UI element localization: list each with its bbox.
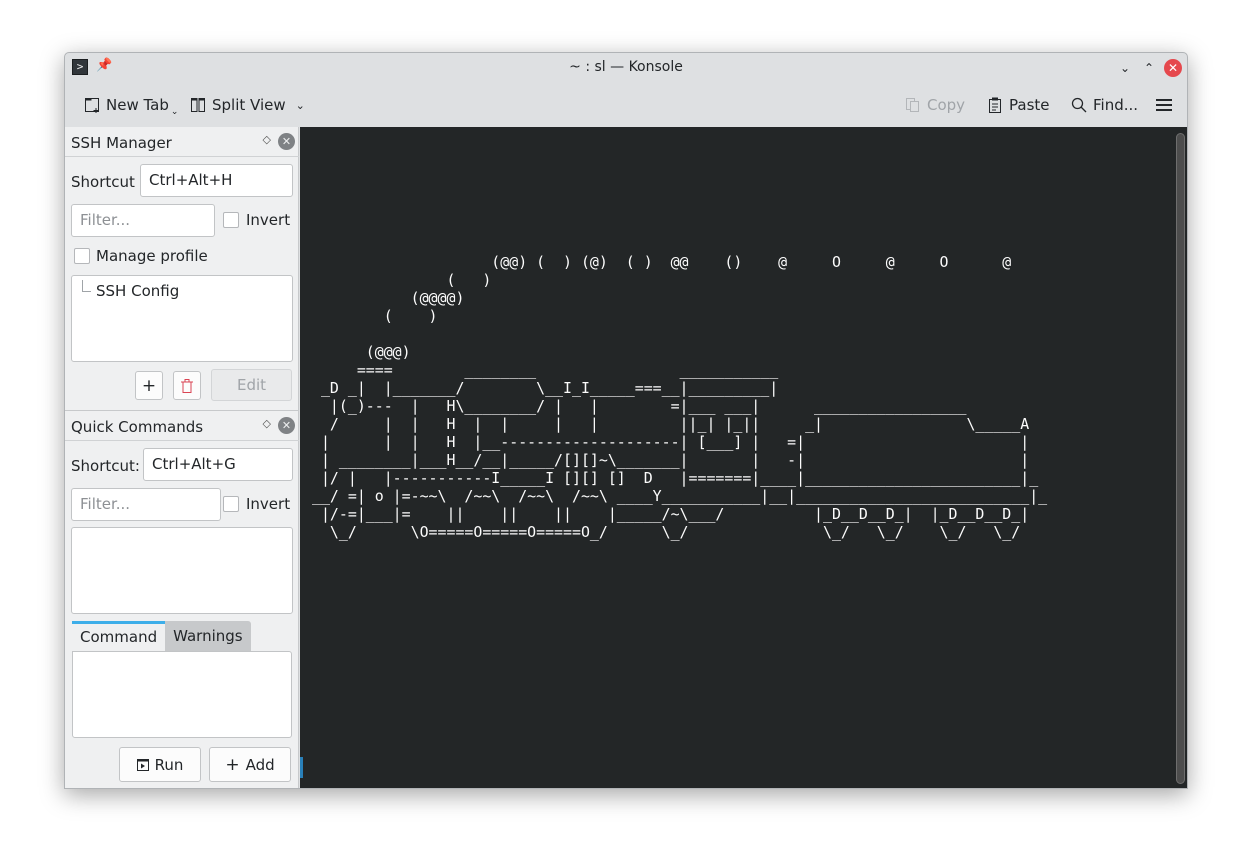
- maximize-button[interactable]: ⌃: [1140, 59, 1158, 77]
- manage-profile-checkbox[interactable]: [74, 248, 90, 264]
- ssh-invert-checkbox[interactable]: [223, 212, 239, 228]
- search-icon: [1071, 97, 1087, 113]
- split-view-icon: [191, 98, 205, 112]
- ssh-shortcut-label: Shortcut: [71, 173, 135, 191]
- paste-button[interactable]: Paste: [987, 95, 1050, 115]
- split-view-label: Split View: [212, 96, 286, 114]
- copy-label: Copy: [927, 96, 966, 114]
- quick-commands-header[interactable]: Quick Commands ◇ ✕: [65, 411, 299, 441]
- hamburger-menu-button[interactable]: [1156, 95, 1172, 115]
- ssh-manager-header[interactable]: SSH Manager ◇ ✕: [65, 127, 299, 157]
- minimize-button[interactable]: ⌄: [1116, 59, 1134, 77]
- edit-ssh-button[interactable]: Edit: [211, 369, 292, 401]
- trash-icon: [181, 378, 193, 393]
- add-label: Add: [245, 755, 275, 774]
- plus-icon: +: [141, 375, 157, 396]
- run-label: Run: [154, 755, 184, 774]
- terminal-line: ( ): [312, 307, 438, 325]
- qc-filter-input[interactable]: Filter...: [71, 488, 221, 521]
- qc-shortcut-field[interactable]: Ctrl+Alt+G: [143, 448, 293, 481]
- delete-ssh-button[interactable]: [173, 371, 201, 400]
- terminal-line: _D _| |_______/ \__I_I_____===__|_______…: [312, 379, 779, 397]
- find-button[interactable]: Find...: [1071, 95, 1138, 115]
- close-panel-icon[interactable]: ✕: [278, 133, 295, 150]
- terminal-line: |/-=|___|= || || || |_____/~\___/ |_D__D…: [312, 505, 1030, 523]
- ssh-shortcut-field[interactable]: Ctrl+Alt+H: [140, 164, 293, 197]
- qc-invert-checkbox[interactable]: [223, 496, 239, 512]
- paste-icon: [989, 97, 1001, 113]
- quick-commands-title: Quick Commands: [71, 418, 204, 436]
- close-icon: ✕: [1167, 61, 1179, 75]
- split-view-button[interactable]: Split View ⌄: [190, 95, 305, 115]
- ssh-invert-label: Invert: [246, 211, 291, 229]
- terminal-line: \_/ \O=====O=====O=====O_/ \_/ \_/ \_/ \…: [312, 523, 1021, 541]
- terminal-line: ==== ________ ___________: [312, 361, 779, 379]
- qc-shortcut-label: Shortcut:: [71, 457, 140, 475]
- terminal-line: |/ | |-----------I_____I [][] [] D |====…: [312, 469, 1039, 487]
- terminal-line: | | | H |__--------------------| [___] |…: [312, 433, 1030, 451]
- terminal-line: (@@) ( ) (@) ( ) @@ () @ O @ O @: [312, 253, 1012, 271]
- chevron-down-icon[interactable]: ⌄: [296, 99, 305, 112]
- ssh-manager-title: SSH Manager: [71, 134, 172, 152]
- add-command-button[interactable]: + Add: [209, 747, 291, 782]
- copy-icon: [906, 98, 919, 112]
- ssh-tree[interactable]: SSH Config: [71, 275, 293, 362]
- close-button[interactable]: ✕: [1164, 59, 1182, 77]
- ssh-filter-input[interactable]: Filter...: [71, 204, 215, 237]
- copy-button[interactable]: Copy: [905, 95, 965, 115]
- manage-profile-label: Manage profile: [96, 247, 208, 265]
- terminal-line: __/ =| o |=-~~\ /~~\ /~~\ /~~\ ____Y____…: [312, 487, 1048, 505]
- plus-icon: +: [225, 754, 240, 775]
- find-label: Find...: [1093, 96, 1139, 114]
- float-panel-icon[interactable]: ◇: [263, 133, 271, 146]
- terminal-line: |(_)--- | H\________/ | | =|___ ___| ___…: [312, 397, 967, 415]
- terminal-scrollbar[interactable]: [1176, 133, 1185, 784]
- new-tab-button[interactable]: New Tab ⌄: [84, 95, 179, 117]
- tree-item-ssh-config[interactable]: SSH Config: [96, 282, 179, 300]
- focus-indicator: [300, 757, 303, 778]
- edit-label: Edit: [236, 376, 267, 394]
- qc-tab-bar: Command Warnings: [72, 621, 251, 651]
- tab-warnings[interactable]: Warnings: [165, 621, 251, 651]
- new-tab-label: New Tab: [106, 96, 169, 114]
- quick-commands-list[interactable]: [71, 527, 293, 614]
- window-title: ~ : sl — Konsole: [569, 59, 683, 75]
- terminal-line: / | | H | | | | ||_| |_|| _| \_____A: [312, 415, 1030, 433]
- main-toolbar: New Tab ⌄ Split View ⌄ Copy Paste Find..…: [65, 83, 1187, 127]
- run-button[interactable]: Run: [119, 747, 201, 782]
- terminal-line: (@@@@): [312, 289, 465, 307]
- terminal-output: (@@) ( ) (@) ( ) @@ () @ O @ O @ ( ) (@@…: [300, 253, 1047, 541]
- qc-invert-label: Invert: [246, 495, 291, 513]
- new-tab-icon: [85, 98, 99, 113]
- run-icon: [136, 758, 149, 771]
- hamburger-menu-icon: [1156, 99, 1172, 111]
- chevron-up-icon: ⌃: [1143, 61, 1155, 75]
- terminal-view[interactable]: (@@) ( ) (@) ( ) @@ () @ O @ O @ ( ) (@@…: [300, 127, 1187, 788]
- konsole-window: > 📌 ~ : sl — Konsole ⌄ ⌃ ✕ New Tab ⌄ Spl…: [64, 52, 1188, 789]
- paste-label: Paste: [1009, 96, 1050, 114]
- dropdown-arrow-icon: ⌄: [170, 107, 179, 117]
- tree-branch-line: [82, 280, 91, 292]
- add-ssh-button[interactable]: +: [135, 371, 163, 400]
- title-bar[interactable]: > 📌 ~ : sl — Konsole ⌄ ⌃ ✕: [65, 53, 1187, 83]
- command-textarea[interactable]: [72, 651, 292, 738]
- terminal-line: | ________|___H__/__|_____/[][]~\_______…: [312, 451, 1030, 469]
- close-panel-icon[interactable]: ✕: [278, 417, 295, 434]
- tab-command[interactable]: Command: [72, 621, 166, 651]
- float-panel-icon[interactable]: ◇: [263, 417, 271, 430]
- terminal-line: ( ): [312, 271, 492, 289]
- chevron-down-icon: ⌄: [1119, 61, 1131, 75]
- terminal-line: (@@@): [312, 343, 411, 361]
- sidebar: SSH Manager ◇ ✕ Shortcut Ctrl+Alt+H Filt…: [65, 127, 299, 788]
